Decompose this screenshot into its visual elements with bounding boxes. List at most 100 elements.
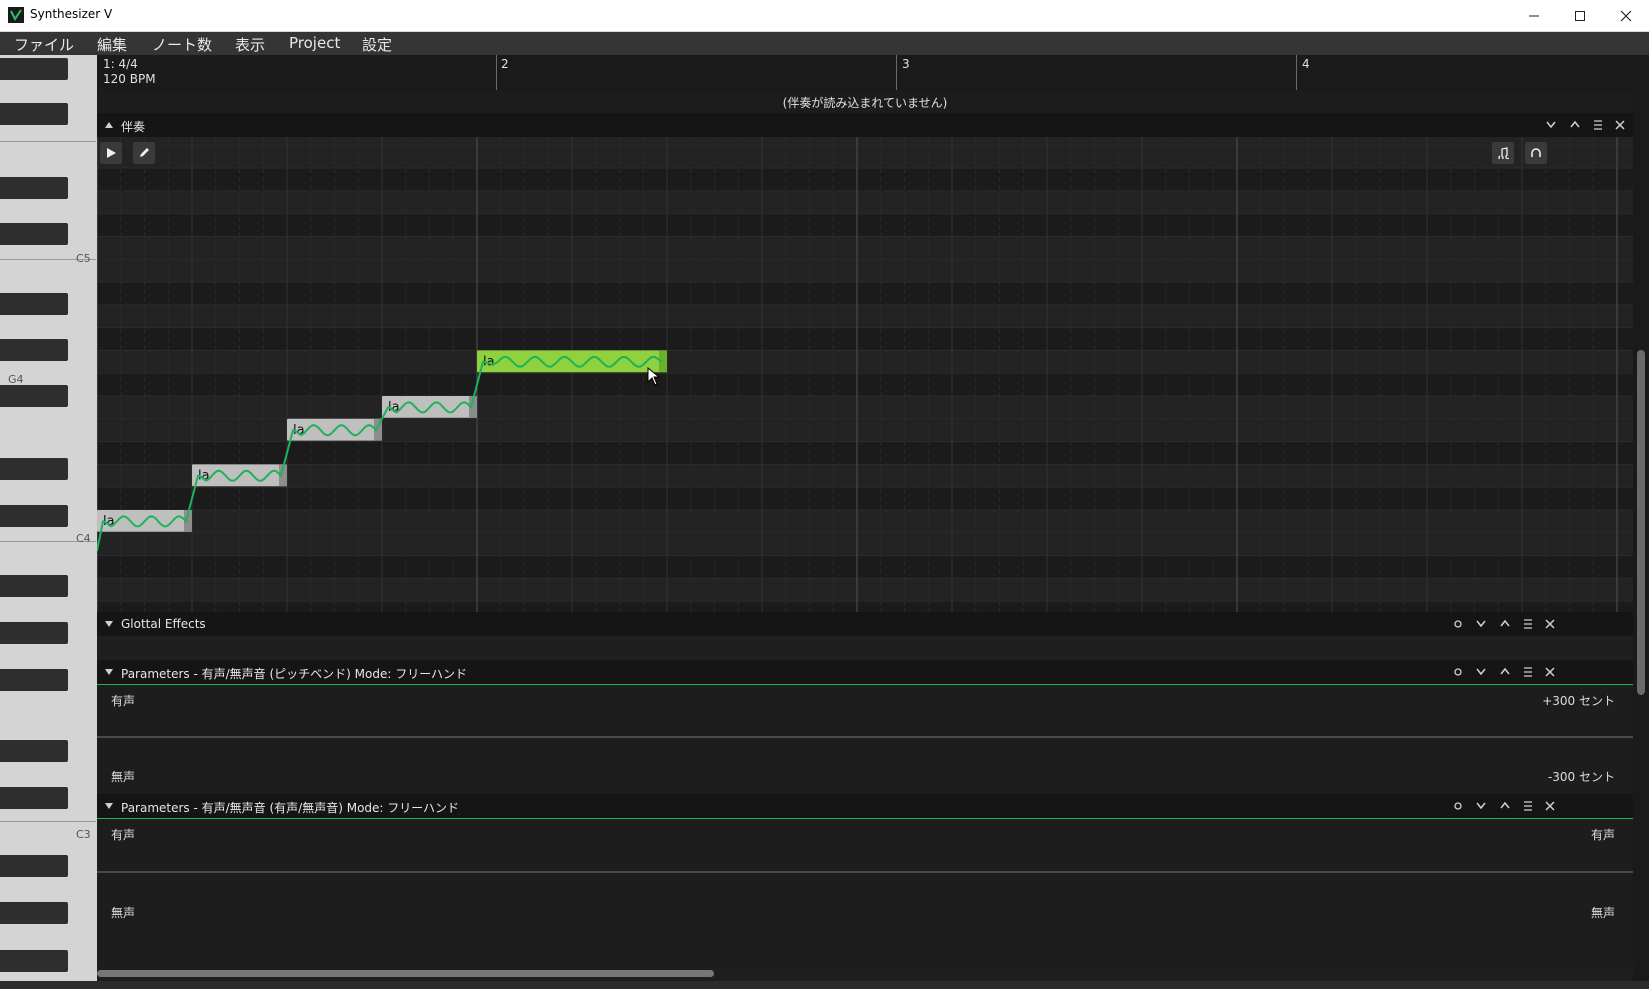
grid-rows	[97, 121, 1633, 624]
vertical-scrollbar-thumb[interactable]	[1637, 350, 1645, 695]
note-snap-button[interactable]	[1492, 142, 1514, 164]
panel-controls	[1454, 801, 1555, 811]
grid-row	[97, 213, 1633, 237]
menu-bar: ファイル 編集 ノート数 表示 Project 設定	[0, 32, 1649, 55]
close-panel-icon[interactable]	[1545, 667, 1555, 677]
collapse-icon[interactable]	[105, 669, 113, 675]
menu-project[interactable]: Project	[289, 34, 340, 52]
glottal-effects-header[interactable]: Glottal Effects	[97, 612, 1633, 636]
horizontal-scrollbar[interactable]	[97, 966, 1633, 981]
title-bar: Synthesizer V	[0, 0, 1649, 32]
pitch-bend-parameter-header[interactable]: Parameters - 有声/無声音 (ピッチベンド) Mode: フリーハン…	[97, 660, 1633, 685]
panel-controls	[1454, 619, 1555, 629]
octave-label-c5: C5	[76, 252, 91, 265]
white-key-divider	[0, 141, 96, 142]
menu-edit[interactable]: 編集	[97, 34, 127, 55]
grid-row	[97, 350, 1633, 374]
grid-row	[97, 168, 1633, 191]
maximize-button[interactable]	[1557, 0, 1603, 31]
black-key[interactable]	[0, 575, 68, 597]
settings-icon[interactable]	[1454, 802, 1462, 810]
collapse-icon[interactable]	[105, 803, 113, 809]
collapse-icon[interactable]	[105, 122, 113, 128]
accompaniment-track[interactable]: (伴奏が読み込まれていません)	[97, 90, 1633, 113]
settings-icon[interactable]	[1454, 620, 1462, 628]
resize-icon[interactable]	[1524, 619, 1532, 629]
select-tool-button[interactable]	[100, 142, 122, 164]
grid-row	[97, 464, 1633, 488]
move-up-icon[interactable]	[1500, 801, 1510, 809]
panel-controls	[1546, 120, 1625, 130]
minimize-button[interactable]	[1511, 0, 1557, 31]
black-key[interactable]	[0, 103, 68, 125]
time-signature[interactable]: 1: 4/4	[103, 57, 138, 71]
move-up-icon[interactable]	[1500, 619, 1510, 627]
monitor-button[interactable]	[1525, 142, 1547, 164]
black-key[interactable]	[0, 950, 68, 972]
voicing-parameter-body[interactable]: 有声 無声 有声 無声	[97, 819, 1633, 981]
accompaniment-header[interactable]: 伴奏	[97, 113, 1633, 137]
black-key[interactable]	[0, 505, 68, 527]
accompaniment-label: 伴奏	[121, 120, 146, 134]
black-key[interactable]	[0, 669, 68, 691]
pen-tool-button[interactable]	[133, 142, 155, 164]
bar-marker-2	[496, 55, 497, 90]
grid-row	[97, 578, 1633, 602]
resize-icon[interactable]	[1524, 667, 1532, 677]
piano-roll-editor[interactable]: la la la la la 1: 4/4 120 BPM 2 3 4 (伴奏が読み込ま…	[97, 55, 1633, 981]
menu-file[interactable]: ファイル	[14, 34, 74, 55]
move-down-icon[interactable]	[1476, 668, 1486, 676]
window-title: Synthesizer V	[30, 7, 113, 21]
black-key[interactable]	[0, 293, 68, 315]
grid-row	[97, 145, 1633, 168]
black-key[interactable]	[0, 458, 68, 480]
vertical-scrollbar[interactable]	[1633, 55, 1649, 981]
resize-icon[interactable]	[1524, 801, 1532, 811]
black-key[interactable]	[0, 622, 68, 644]
bar-marker-3	[896, 55, 897, 90]
menu-settings[interactable]: 設定	[362, 34, 392, 55]
black-key[interactable]	[0, 902, 68, 924]
grid-row	[97, 327, 1633, 351]
black-key[interactable]	[0, 385, 68, 407]
black-key[interactable]	[0, 58, 68, 80]
voicing-parameter-header[interactable]: Parameters - 有声/無声音 (有声/無声音) Mode: フリーハン…	[97, 794, 1633, 819]
horizontal-scrollbar-thumb[interactable]	[97, 970, 714, 977]
menu-view[interactable]: 表示	[235, 34, 265, 55]
menu-notes[interactable]: ノート数	[152, 34, 212, 55]
black-key[interactable]	[0, 223, 68, 245]
collapse-icon[interactable]	[105, 621, 113, 627]
close-panel-icon[interactable]	[1545, 619, 1555, 629]
close-panel-icon[interactable]	[1615, 120, 1625, 130]
grid-row	[97, 190, 1633, 214]
window-bottom-edge	[0, 981, 1649, 989]
settings-icon[interactable]	[1454, 668, 1462, 676]
move-down-icon[interactable]	[1546, 121, 1556, 129]
tempo[interactable]: 120 BPM	[103, 72, 156, 86]
close-panel-icon[interactable]	[1545, 801, 1555, 811]
black-key[interactable]	[0, 177, 68, 199]
move-down-icon[interactable]	[1476, 802, 1486, 810]
grid-row	[97, 487, 1633, 510]
panel-controls	[1454, 667, 1555, 677]
close-button[interactable]	[1603, 0, 1649, 31]
bar-label-2: 2	[501, 57, 509, 71]
voiced-label: 有声	[111, 694, 136, 708]
bar-label-3: 3	[902, 57, 910, 71]
black-key[interactable]	[0, 787, 68, 809]
synthesizer-v-logo-icon	[8, 7, 24, 23]
black-key[interactable]	[0, 339, 68, 361]
pitch-bend-parameter-body[interactable]: 有声 無声 +300 セント -300 セント	[97, 685, 1633, 794]
move-down-icon[interactable]	[1476, 620, 1486, 628]
resize-icon[interactable]	[1594, 120, 1602, 130]
black-key[interactable]	[0, 740, 68, 762]
black-key[interactable]	[0, 855, 68, 877]
pitch-bend-parameter-title: Parameters - 有声/無声音 (ピッチベンド) Mode: フリーハン…	[121, 667, 467, 681]
timeline-ruler[interactable]: 1: 4/4 120 BPM 2 3 4	[97, 55, 1633, 90]
move-up-icon[interactable]	[1500, 667, 1510, 675]
glottal-effects-body[interactable]	[97, 636, 1633, 660]
bar-marker-4	[1296, 55, 1297, 90]
move-up-icon[interactable]	[1570, 120, 1580, 128]
piano-keyboard[interactable]: C5 G4 C4 C3	[0, 55, 97, 989]
voiced-label: 有声	[111, 828, 136, 842]
